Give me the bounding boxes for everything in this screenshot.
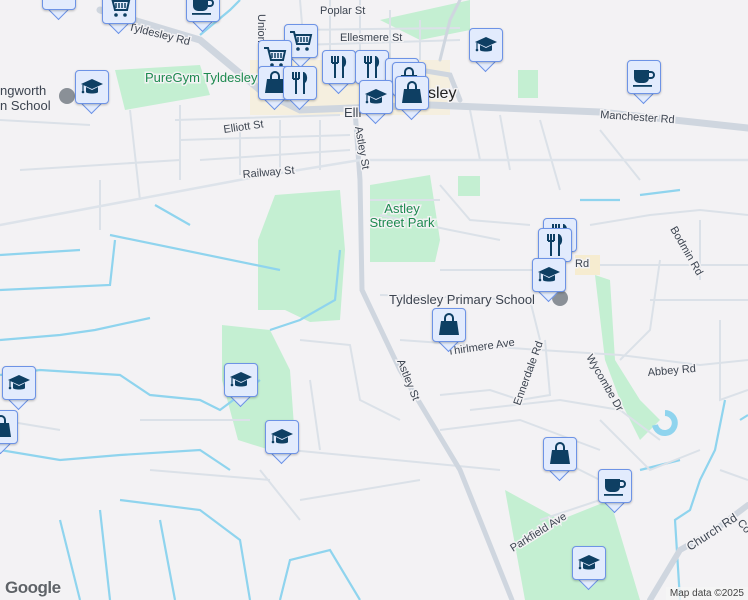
place-label-school-west-2: n School bbox=[0, 98, 51, 113]
shop-marker[interactable] bbox=[0, 410, 20, 456]
street-label-astley-st-north: Astley St bbox=[352, 125, 371, 170]
coffee-cup-icon bbox=[604, 479, 626, 496]
marker-body bbox=[538, 228, 572, 262]
place-label-tyldesley-primary-school: Tyldesley Primary School bbox=[389, 292, 535, 307]
school-marker[interactable] bbox=[572, 546, 608, 592]
cafe-marker[interactable] bbox=[598, 469, 634, 515]
astley-street-road bbox=[352, 107, 515, 600]
map-attribution[interactable]: Map data ©2025 bbox=[665, 587, 748, 600]
shopping-bag-icon bbox=[402, 81, 422, 103]
street-label-elliott-st: Elliott St bbox=[223, 118, 265, 136]
fork-knife-icon bbox=[292, 72, 308, 94]
marker-body bbox=[432, 308, 466, 342]
street-label-railway-st: Railway St bbox=[242, 165, 295, 181]
graduation-cap-icon bbox=[365, 89, 387, 104]
marker-body bbox=[186, 0, 220, 22]
graduation-cap-icon bbox=[81, 79, 103, 94]
shopping-cart-icon bbox=[111, 0, 131, 17]
coffee-cup-icon bbox=[192, 0, 214, 15]
place-label-astley-street-park: Astley bbox=[384, 201, 420, 216]
marker-body bbox=[355, 50, 389, 84]
place-label-puregym: PureGym Tyldesley bbox=[145, 70, 258, 85]
marker-body bbox=[359, 80, 393, 114]
cafe-marker[interactable] bbox=[186, 0, 222, 34]
graduation-cap-icon bbox=[271, 429, 293, 444]
graduation-cap-icon bbox=[578, 555, 600, 570]
street-label-ellesmere-st: Ellesmere St bbox=[340, 32, 402, 44]
cafe-marker[interactable] bbox=[627, 60, 663, 106]
school-marker[interactable] bbox=[469, 28, 505, 74]
school-poi-icon[interactable] bbox=[59, 88, 75, 104]
marker-body bbox=[469, 28, 503, 62]
fork-knife-icon bbox=[331, 56, 347, 78]
marker-body bbox=[627, 60, 661, 94]
shopping-bag-icon bbox=[550, 442, 570, 464]
shopping-bag-icon bbox=[0, 415, 11, 437]
fork-knife-icon bbox=[547, 234, 563, 256]
graduation-cap-icon bbox=[8, 375, 30, 390]
place-label-tyldesley: sley bbox=[428, 85, 456, 102]
marker-body bbox=[598, 469, 632, 503]
school-marker[interactable] bbox=[42, 0, 78, 22]
map-canvas[interactable]: Poplar St Tyldesley Rd Ellesmere St Manc… bbox=[0, 0, 748, 600]
street-label-abbey-rd: Abbey Rd bbox=[647, 363, 696, 379]
marker-body bbox=[543, 437, 577, 471]
fork-knife-icon bbox=[364, 56, 380, 78]
street-label-poplar-st: Poplar St bbox=[320, 5, 365, 17]
marker-body bbox=[283, 66, 317, 100]
marker-body bbox=[224, 363, 258, 397]
marker-body bbox=[2, 366, 36, 400]
shopping-bag-icon bbox=[439, 313, 459, 335]
marker-body bbox=[572, 546, 606, 580]
street-label-manchester-rd: Manchester Rd bbox=[600, 109, 675, 126]
park bbox=[458, 176, 480, 196]
place-label-astley-street-park-2: Street Park bbox=[369, 215, 435, 230]
shop-marker[interactable] bbox=[543, 437, 579, 483]
marker-body bbox=[395, 76, 429, 110]
restaurant-marker[interactable] bbox=[283, 66, 319, 112]
graduation-cap-icon bbox=[475, 37, 497, 52]
shopping-cart-marker[interactable] bbox=[102, 0, 138, 36]
school-marker[interactable] bbox=[75, 70, 111, 116]
marker-body bbox=[322, 50, 356, 84]
school-marker[interactable] bbox=[2, 366, 38, 412]
google-logo: Google bbox=[5, 578, 61, 597]
street-label-church-rd: Church Rd bbox=[684, 511, 740, 554]
marker-body bbox=[0, 410, 18, 444]
shop-marker[interactable] bbox=[432, 308, 468, 354]
park bbox=[518, 70, 538, 98]
street-label-astley-st-south: Astley St bbox=[394, 358, 421, 403]
coffee-cup-icon bbox=[633, 70, 655, 87]
school-marker[interactable] bbox=[224, 363, 260, 409]
graduation-cap-icon bbox=[538, 267, 560, 282]
marker-body bbox=[75, 70, 109, 104]
graduation-cap-icon bbox=[46, 0, 72, 6]
restaurant-marker[interactable] bbox=[322, 50, 358, 96]
place-label-school-west: ngworth bbox=[0, 83, 46, 98]
school-marker[interactable] bbox=[359, 80, 395, 126]
school-marker[interactable] bbox=[532, 258, 568, 304]
marker-body bbox=[102, 0, 136, 24]
school-marker[interactable] bbox=[265, 420, 301, 466]
marker-body bbox=[42, 0, 76, 10]
graduation-cap-icon bbox=[230, 372, 252, 387]
marker-body bbox=[265, 420, 299, 454]
marker-body bbox=[532, 258, 566, 292]
shop-marker[interactable] bbox=[395, 76, 431, 122]
